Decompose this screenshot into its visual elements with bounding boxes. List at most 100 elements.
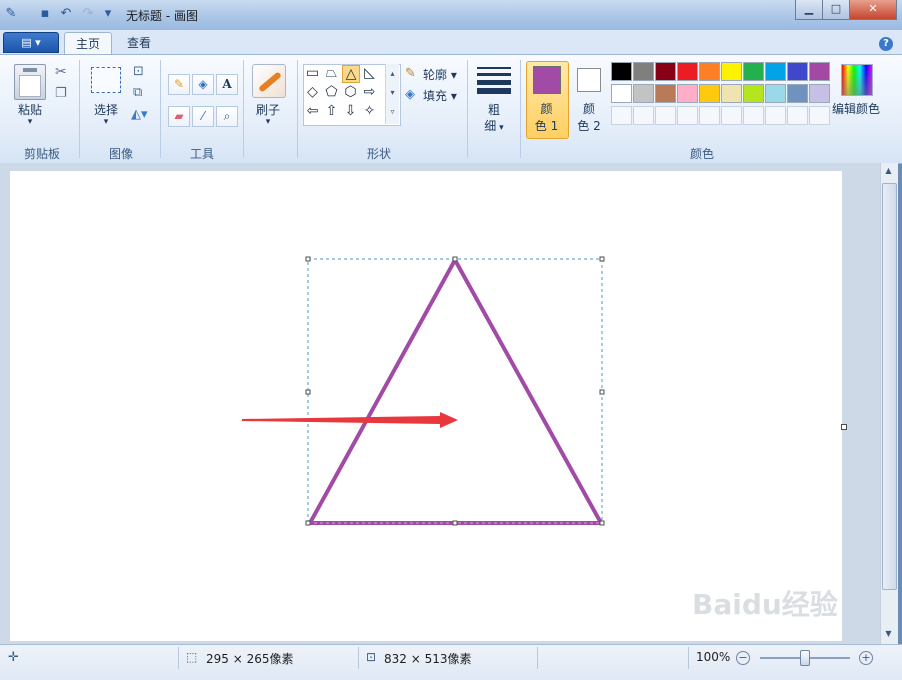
select-button[interactable]: 选择 <box>86 101 126 118</box>
right-triangle-shape-icon[interactable]: ◺ <box>361 65 378 82</box>
paste-button[interactable]: 粘贴 <box>10 101 50 118</box>
paste-icon[interactable] <box>14 64 46 100</box>
palette-swatch[interactable] <box>611 62 632 81</box>
select-dropdown-icon[interactable]: ▾ <box>86 117 126 127</box>
pencil-icon[interactable]: ✎ <box>168 74 190 95</box>
help-icon[interactable]: ? <box>879 37 893 51</box>
hexagon-shape-icon[interactable]: ⬡ <box>342 84 359 101</box>
cut-icon[interactable]: ✂ <box>55 64 67 80</box>
eraser-icon[interactable]: ▰ <box>168 106 190 127</box>
undo-icon[interactable]: ↶ <box>59 7 73 21</box>
minimize-button[interactable]: ▁ <box>795 0 823 20</box>
size-label-top[interactable]: 粗 <box>477 101 511 118</box>
polygon-shape-icon[interactable]: ⏢ <box>323 65 340 82</box>
edit-colors-button[interactable]: 编辑颜色 <box>830 100 882 117</box>
redo-icon[interactable]: ↷ <box>81 7 95 21</box>
palette-swatch[interactable] <box>787 84 808 103</box>
paint-menu-button[interactable]: ▤ ▾ <box>3 32 59 53</box>
palette-swatch[interactable] <box>765 62 786 81</box>
copy-icon[interactable]: ❐ <box>55 86 67 101</box>
color2-swatch[interactable] <box>577 68 601 92</box>
palette-swatch[interactable] <box>611 84 632 103</box>
custom-color-slot[interactable] <box>699 106 720 125</box>
star-shape-icon[interactable]: ✧ <box>361 103 378 120</box>
down-arrow-shape-icon[interactable]: ⇩ <box>342 103 359 120</box>
fill-button[interactable]: 填充 ▾ <box>423 87 457 104</box>
palette-swatch[interactable] <box>699 84 720 103</box>
tools-group-label: 工具 <box>189 147 214 161</box>
palette-swatch[interactable] <box>809 62 830 81</box>
customize-quick-access-icon[interactable]: ▾ <box>101 7 115 21</box>
selection-bounding-box[interactable] <box>307 258 603 524</box>
size-button[interactable]: 细 ▾ <box>477 117 511 134</box>
zoom-slider-thumb[interactable] <box>800 650 810 666</box>
palette-swatch[interactable] <box>743 62 764 81</box>
palette-swatch[interactable] <box>809 84 830 103</box>
custom-color-slot[interactable] <box>633 106 654 125</box>
zoom-level: 100% <box>696 650 731 664</box>
tab-view[interactable]: 查看 <box>117 32 161 54</box>
palette-swatch[interactable] <box>655 62 676 81</box>
palette-swatch[interactable] <box>765 84 786 103</box>
rotate-icon[interactable]: ◭▾ <box>131 107 148 122</box>
size-icon[interactable] <box>477 65 511 94</box>
custom-color-slot[interactable] <box>787 106 808 125</box>
fill-bucket-icon[interactable]: ◈ <box>192 74 214 95</box>
diamond-shape-icon[interactable]: ◇ <box>304 84 321 101</box>
save-icon[interactable]: ▪ <box>38 7 52 21</box>
watermark-logo: Baidu经验 <box>692 588 838 621</box>
custom-color-slot[interactable] <box>809 106 830 125</box>
edit-colors-icon[interactable] <box>841 64 873 96</box>
resize-icon[interactable]: ⧉ <box>133 85 142 100</box>
text-tool-icon[interactable]: A <box>216 74 238 95</box>
rounded-rectangle-shape-icon[interactable]: ▭ <box>304 65 321 82</box>
color-picker-icon[interactable]: ⁄ <box>192 106 214 127</box>
outline-button[interactable]: 轮廓 ▾ <box>423 66 457 83</box>
scrollbar-thumb[interactable] <box>882 183 897 590</box>
pentagon-shape-icon[interactable]: ⬠ <box>323 84 340 101</box>
palette-swatch[interactable] <box>743 84 764 103</box>
scroll-down-icon[interactable]: ▼ <box>882 629 895 643</box>
brush-icon[interactable] <box>252 64 286 98</box>
selection-handles[interactable] <box>305 256 605 526</box>
palette-swatch[interactable] <box>677 84 698 103</box>
up-arrow-shape-icon[interactable]: ⇧ <box>323 103 340 120</box>
crop-icon[interactable]: ⊡ <box>133 64 144 79</box>
maximize-button[interactable]: □ <box>822 0 850 20</box>
palette-swatch[interactable] <box>677 62 698 81</box>
triangle-shape <box>308 258 603 525</box>
custom-color-slot[interactable] <box>655 106 676 125</box>
paste-dropdown-icon[interactable]: ▾ <box>10 117 50 127</box>
drawing-canvas[interactable] <box>10 171 842 641</box>
left-arrow-shape-icon[interactable]: ⇦ <box>304 103 321 120</box>
right-arrow-shape-icon[interactable]: ⇨ <box>361 84 378 101</box>
zoom-in-button[interactable]: + <box>859 651 873 665</box>
color2-label-bottom[interactable]: 色 2 <box>570 117 608 134</box>
select-icon[interactable] <box>91 67 121 93</box>
custom-color-slot[interactable] <box>611 106 632 125</box>
canvas-resize-handle[interactable] <box>841 424 847 430</box>
brush-button[interactable]: 刷子 <box>248 101 288 118</box>
palette-swatch[interactable] <box>655 84 676 103</box>
paint-app-icon[interactable]: ✎ <box>4 7 18 21</box>
shapes-gallery-scroll[interactable]: ▴ ▾ ▿ <box>385 64 399 124</box>
palette-swatch[interactable] <box>633 84 654 103</box>
outline-icon[interactable]: ✎ <box>405 66 416 81</box>
custom-color-slot[interactable] <box>677 106 698 125</box>
triangle-shape-icon[interactable]: △ <box>342 65 360 83</box>
palette-swatch[interactable] <box>699 62 720 81</box>
tab-home[interactable]: 主页 <box>64 32 112 55</box>
scroll-up-icon[interactable]: ▲ <box>882 166 895 180</box>
custom-color-slot[interactable] <box>721 106 742 125</box>
fill-icon[interactable]: ◈ <box>405 87 415 102</box>
palette-swatch[interactable] <box>721 84 742 103</box>
palette-swatch[interactable] <box>721 62 742 81</box>
custom-color-slot[interactable] <box>765 106 786 125</box>
palette-swatch[interactable] <box>633 62 654 81</box>
magnifier-icon[interactable]: ⌕ <box>216 106 238 127</box>
close-button[interactable]: ✕ <box>849 0 897 20</box>
palette-swatch[interactable] <box>787 62 808 81</box>
zoom-out-button[interactable]: − <box>736 651 750 665</box>
custom-color-slot[interactable] <box>743 106 764 125</box>
brush-dropdown-icon[interactable]: ▾ <box>248 117 288 127</box>
